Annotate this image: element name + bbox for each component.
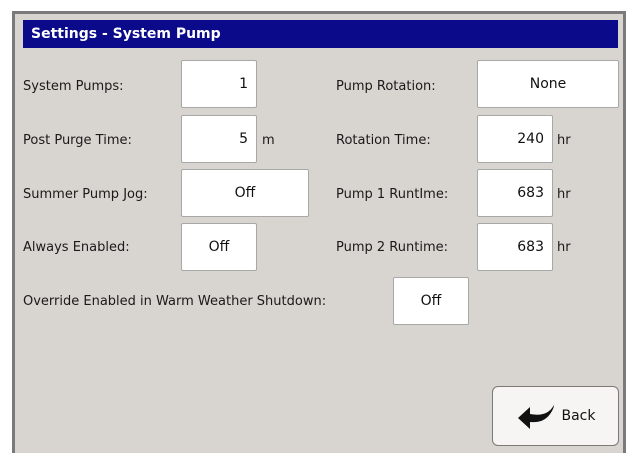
pump2-runtime-field[interactable]: 683 xyxy=(477,223,553,271)
settings-window: Settings - System Pump System Pumps: 1 P… xyxy=(12,11,626,453)
pump2-runtime-unit: hr xyxy=(557,240,571,255)
post-purge-time-label: Post Purge Time: xyxy=(23,133,132,148)
back-button[interactable]: Back xyxy=(492,386,619,446)
rotation-time-label: Rotation Time: xyxy=(336,133,431,148)
pump2-runtime-label: Pump 2 Runtime: xyxy=(336,240,448,255)
pump-rotation-field[interactable]: None xyxy=(477,60,619,108)
rotation-time-field[interactable]: 240 xyxy=(477,115,553,163)
post-purge-time-unit: m xyxy=(262,133,275,148)
back-button-label: Back xyxy=(561,408,596,424)
summer-pump-jog-label: Summer Pump Jog: xyxy=(23,187,148,202)
rotation-time-unit: hr xyxy=(557,133,571,148)
summer-pump-jog-field[interactable]: Off xyxy=(181,169,309,217)
always-enabled-field[interactable]: Off xyxy=(181,223,257,271)
pump1-runtime-field[interactable]: 683 xyxy=(477,169,553,217)
post-purge-time-field[interactable]: 5 xyxy=(181,115,257,163)
always-enabled-label: Always Enabled: xyxy=(23,240,130,255)
system-pumps-field[interactable]: 1 xyxy=(181,60,257,108)
override-warm-weather-label: Override Enabled in Warm Weather Shutdow… xyxy=(23,294,327,309)
curved-back-arrow-icon xyxy=(517,405,554,429)
system-pumps-label: System Pumps: xyxy=(23,79,124,94)
pump1-runtime-unit: hr xyxy=(557,187,571,202)
pump-rotation-label: Pump Rotation: xyxy=(336,79,436,94)
pump1-runtime-label: Pump 1 RuntIme: xyxy=(336,187,449,202)
override-warm-weather-field[interactable]: Off xyxy=(393,277,469,325)
window-title: Settings - System Pump xyxy=(23,20,618,48)
